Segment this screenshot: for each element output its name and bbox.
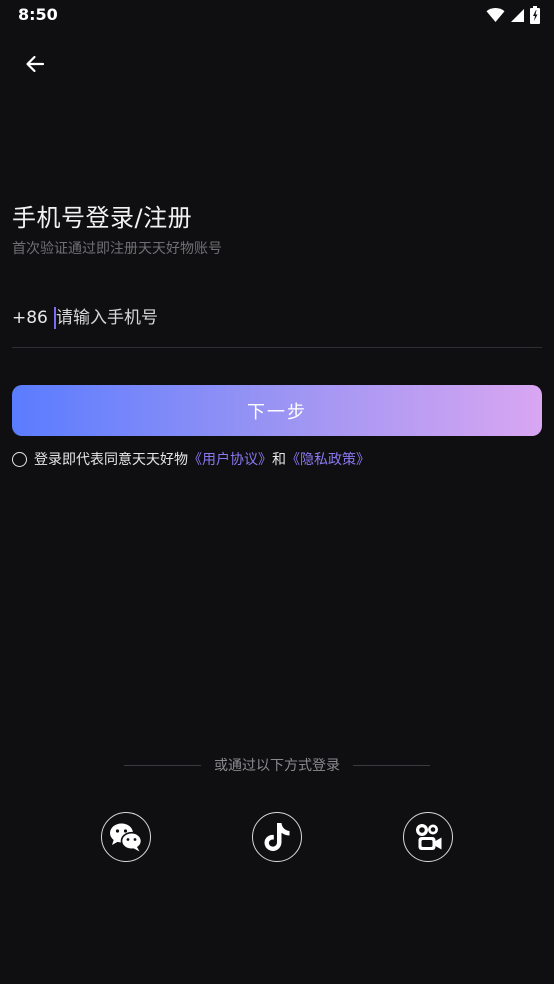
- phone-field: +86: [12, 300, 542, 348]
- status-bar: 8:50: [0, 0, 554, 32]
- alt-login-divider: 或通过以下方式登录: [124, 754, 430, 776]
- agreement-row: 登录即代表同意天天好物 《用户协议》 和 《隐私政策》: [12, 449, 370, 469]
- user-agreement-link[interactable]: 《用户协议》: [188, 449, 272, 469]
- country-code[interactable]: +86: [12, 308, 54, 328]
- page-subtitle: 首次验证通过即注册天天好物账号: [12, 241, 222, 257]
- divider-line-right: [353, 764, 430, 766]
- login-screen: 8:50 手机号登录/注册 首次验证通过即注册天天好物账号 +86 下: [0, 0, 554, 984]
- agreement-conjunction: 和: [272, 452, 286, 468]
- signal-icon: [511, 8, 524, 22]
- kuaishou-icon: [416, 824, 442, 850]
- wechat-login-button[interactable]: [101, 812, 151, 862]
- wechat-icon: [110, 823, 143, 852]
- divider-line-left: [124, 764, 201, 766]
- agreement-checkbox[interactable]: [12, 451, 27, 467]
- agreement-text: 登录即代表同意天天好物: [34, 452, 188, 468]
- arrow-left-icon: [26, 55, 45, 73]
- status-icons: [486, 5, 540, 25]
- douyin-icon: [264, 823, 290, 851]
- back-button[interactable]: [16, 46, 54, 82]
- alt-login-label: 或通过以下方式登录: [214, 758, 340, 774]
- next-button[interactable]: 下一步: [12, 385, 542, 436]
- status-time: 8:50: [18, 5, 58, 24]
- battery-icon: [530, 6, 540, 24]
- phone-input[interactable]: [56, 303, 542, 332]
- douyin-login-button[interactable]: [252, 812, 302, 862]
- kuaishou-login-button[interactable]: [403, 812, 453, 862]
- privacy-policy-link[interactable]: 《隐私政策》: [286, 449, 370, 469]
- wifi-icon: [486, 8, 505, 22]
- page-title: 手机号登录/注册: [12, 204, 193, 232]
